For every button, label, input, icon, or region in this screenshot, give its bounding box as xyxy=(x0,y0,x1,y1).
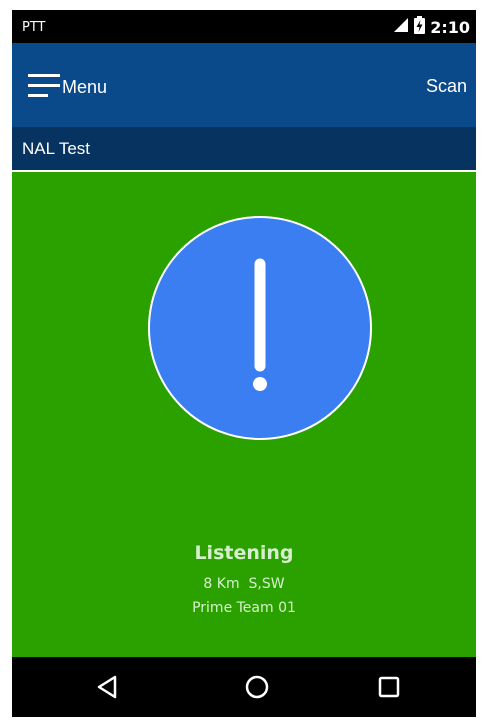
app-bar: Menu Scan xyxy=(12,43,476,127)
status-app-label: PTT xyxy=(22,20,46,35)
menu-label: Menu xyxy=(62,76,108,97)
recents-icon xyxy=(375,676,403,705)
status-panel: Listening 8 Km S,SW Prime Team 01 xyxy=(12,172,476,657)
group-header: NAL Test xyxy=(12,127,476,172)
home-icon xyxy=(243,675,271,705)
battery-charging-icon xyxy=(414,15,426,39)
status-time: 2:10 xyxy=(430,17,470,37)
listening-status: Listening xyxy=(194,542,294,564)
team-name: Prime Team 01 xyxy=(192,600,296,616)
hamburger-icon xyxy=(28,70,60,105)
phone-screen: PTT 2:10 Menu Scan NAL Test Listening 8 … xyxy=(12,10,476,717)
alert-button[interactable] xyxy=(148,216,372,440)
back-button[interactable] xyxy=(94,673,122,701)
back-icon xyxy=(94,675,122,705)
system-nav-bar xyxy=(12,657,476,717)
group-title: NAL Test xyxy=(22,139,91,158)
scan-button[interactable]: Scan xyxy=(426,76,467,97)
status-bar: PTT 2:10 xyxy=(12,10,476,43)
status-indicators: 2:10 xyxy=(393,15,470,39)
signal-icon xyxy=(393,17,409,38)
distance-direction: 8 Km S,SW xyxy=(203,576,285,592)
home-button[interactable] xyxy=(243,673,271,701)
menu-button[interactable]: Menu xyxy=(28,70,107,104)
recents-button[interactable] xyxy=(375,673,403,701)
